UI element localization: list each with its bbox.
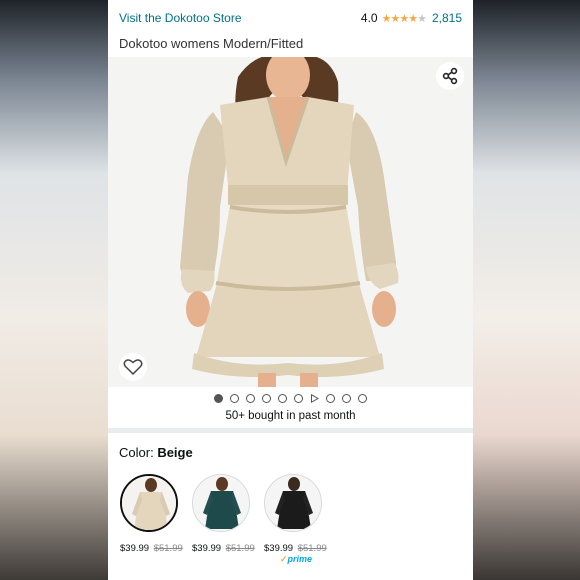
variant-price-row: $39.99 $51.99 [120, 543, 183, 554]
swatch-black[interactable]: $39.99 $51.99 ✓prime [264, 474, 327, 565]
swatch-beige[interactable]: $39.99 $51.99 [120, 474, 183, 554]
store-rating-row: Visit the Dokotoo Store 4.0 ★★★★★ 2,815 [108, 0, 473, 36]
variant-price: $39.99 [192, 543, 222, 554]
bought-past-month: 50+ bought in past month [225, 410, 356, 422]
swatch-teal[interactable]: $39.99 $51.99 [192, 474, 255, 554]
prime-badge: ✓prime [280, 554, 324, 565]
pagination-dot[interactable] [326, 393, 335, 403]
variant-price: $39.99 [120, 543, 150, 554]
product-title: Dokotoo womens Modern/Fitted [119, 36, 304, 51]
pagination-dot[interactable] [358, 393, 367, 403]
pagination-dot[interactable] [230, 393, 239, 403]
wishlist-button[interactable] [119, 353, 147, 381]
variant-price: $39.99 [264, 543, 294, 554]
store-link[interactable]: Visit the Dokotoo Store [119, 11, 242, 25]
pagination-dot[interactable] [294, 393, 303, 403]
star-empty-icon: ★ [417, 12, 427, 25]
variant-price-row: $39.99 $51.99 [192, 543, 255, 554]
product-image[interactable] [108, 57, 473, 387]
pagination-dot[interactable] [214, 393, 223, 403]
prime-check-icon: ✓ [280, 554, 288, 564]
selected-color: Beige [157, 445, 193, 460]
background-blur-left [0, 0, 108, 580]
variant-list-price: $51.99 [225, 543, 255, 554]
color-label: Color: Beige [119, 445, 193, 460]
share-icon [442, 67, 458, 85]
swatch-image [192, 474, 250, 532]
star-icon: ★ [399, 12, 409, 25]
dress-photo [108, 57, 473, 387]
heart-icon [123, 359, 143, 376]
variant-list-price: $51.99 [153, 543, 183, 554]
swatch-image [120, 474, 178, 532]
video-play-icon[interactable] [310, 393, 319, 403]
pagination-dot[interactable] [278, 393, 287, 403]
star-icon: ★ [408, 12, 418, 25]
pagination-dot[interactable] [246, 393, 255, 403]
color-swatches: $39.99 $51.99 $39.99 $51.99 $39.99 $51.9… [120, 474, 470, 574]
variant-list-price: $51.99 [297, 543, 327, 554]
prime-label: prime [287, 554, 313, 564]
color-label-text: Color: [119, 445, 154, 460]
background-blur-right [473, 0, 580, 580]
variant-price-row: $39.99 $51.99 [264, 543, 327, 554]
pagination-dot[interactable] [262, 393, 271, 403]
share-button[interactable] [436, 62, 464, 90]
product-page: Visit the Dokotoo Store 4.0 ★★★★★ 2,815 … [108, 0, 473, 580]
swatch-image [264, 474, 322, 532]
rating-count[interactable]: 2,815 [432, 11, 462, 25]
image-pagination [108, 392, 473, 404]
rating-summary[interactable]: 4.0 ★★★★★ 2,815 [361, 11, 462, 25]
pagination-dot[interactable] [342, 393, 351, 403]
section-divider [108, 428, 473, 433]
star-rating: ★★★★★ [382, 12, 427, 25]
star-icon: ★ [390, 12, 400, 25]
rating-value: 4.0 [360, 11, 378, 25]
